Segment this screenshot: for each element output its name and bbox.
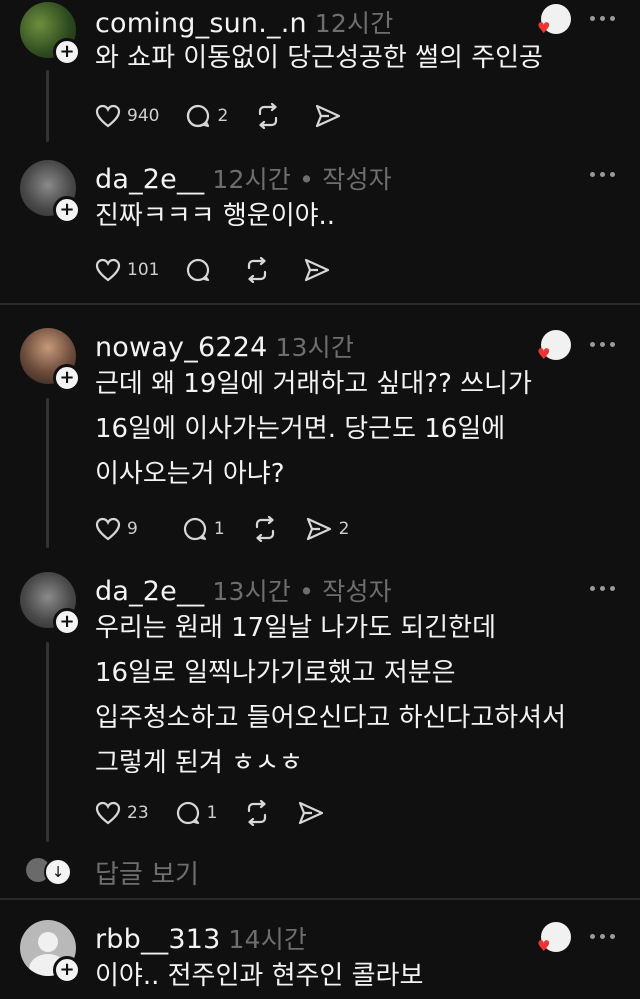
share-button[interactable] <box>297 800 325 826</box>
comment-count: 1 <box>206 803 218 823</box>
comment-icon <box>176 801 199 825</box>
post-time: 13시간 • 작성자 <box>212 577 392 606</box>
more-options-icon[interactable] <box>590 342 616 350</box>
like-button[interactable]: 23 <box>95 801 149 825</box>
share-button[interactable]: 2 <box>305 516 350 542</box>
like-count: 940 <box>127 106 160 126</box>
post-3: + noway_6224 13시간 ♥ 근데 왜 19일에 거래하고 싶대?? 쓰… <box>0 306 640 556</box>
comment-button[interactable]: 1 <box>182 516 225 542</box>
send-icon <box>306 517 331 541</box>
like-count: 9 <box>127 519 138 539</box>
post-text: 근데 왜 19일에 거래하고 싶대?? 쓰니가 16일에 이사가는거면. 당근도… <box>95 369 532 489</box>
repost-button[interactable] <box>243 257 277 283</box>
username[interactable]: coming_sun._.n 12시간 <box>95 4 393 40</box>
post-actions: 940 2 <box>95 101 368 131</box>
more-options-icon[interactable] <box>590 16 616 24</box>
comment-icon <box>187 104 210 128</box>
repost-icon <box>248 257 267 283</box>
post-1: + coming_sun._.n 12시간 ♥ 와 쇼파 이동없이 당근성공한 썰… <box>0 0 640 150</box>
thread-line <box>46 642 49 842</box>
post-2: + da_2e__ 12시간 • 작성자 진짜ㅋㅋㅋ 행운이야.. 101 <box>0 150 640 302</box>
follow-plus-icon[interactable]: + <box>53 608 81 636</box>
thread-line <box>46 70 49 142</box>
post-actions: 101 <box>95 255 357 285</box>
comment-icon <box>187 258 210 282</box>
reply-arrow-icon: ↓ <box>44 858 72 886</box>
post-time: 14시간 <box>228 925 308 954</box>
heart-icon: ♥ <box>537 19 551 37</box>
post-actions: 9 1 2 <box>95 514 375 544</box>
heart-icon: ♥ <box>537 937 551 955</box>
repost-button[interactable] <box>251 516 279 542</box>
repost-button[interactable] <box>243 800 271 826</box>
send-icon <box>305 258 330 282</box>
comment-icon <box>183 517 206 541</box>
heart-outline-icon <box>95 801 121 825</box>
send-icon <box>299 801 324 825</box>
follow-plus-icon[interactable]: + <box>53 38 81 66</box>
profile-sticker-icon[interactable]: ♥ <box>537 330 571 362</box>
share-button[interactable] <box>303 257 331 283</box>
post-text: 이야.. 전주인과 현주인 콜라보 <box>95 961 424 991</box>
like-count: 23 <box>127 803 149 823</box>
heart-outline-icon <box>95 258 121 282</box>
like-button[interactable]: 101 <box>95 258 159 282</box>
comment-button[interactable]: 1 <box>175 800 218 826</box>
follow-plus-icon[interactable]: + <box>53 364 81 392</box>
view-replies-link[interactable]: 답글 보기 <box>95 854 199 891</box>
post-actions: 23 1 <box>95 798 351 828</box>
post-5: + rbb__313 14시간 ♥ 이야.. 전주인과 현주인 콜라보 <box>0 900 640 999</box>
comment-count: 1 <box>213 519 225 539</box>
comment-button[interactable] <box>185 257 217 283</box>
post-time: 13시간 <box>275 333 355 362</box>
post-text: 진짜ㅋㅋㅋ 행운이야.. <box>95 201 336 231</box>
follow-plus-icon[interactable]: + <box>53 956 81 984</box>
profile-sticker-icon[interactable]: ♥ <box>537 922 571 954</box>
divider <box>0 303 640 305</box>
share-button[interactable] <box>314 103 342 129</box>
more-options-icon[interactable] <box>590 586 616 594</box>
heart-icon: ♥ <box>537 345 551 363</box>
repost-button[interactable] <box>254 103 288 129</box>
comment-count: 2 <box>217 106 229 126</box>
default-avatar-icon <box>38 932 58 952</box>
username[interactable]: da_2e__ 12시간 • 작성자 <box>95 160 392 196</box>
send-icon <box>316 104 341 128</box>
more-options-icon[interactable] <box>590 172 616 180</box>
heart-outline-icon <box>95 104 121 128</box>
username[interactable]: rbb__313 14시간 <box>95 920 307 956</box>
view-replies-row[interactable]: ↓ 답글 보기 <box>0 848 640 894</box>
thread-line <box>46 398 49 548</box>
more-options-icon[interactable] <box>590 934 616 942</box>
comment-button[interactable]: 2 <box>185 103 228 129</box>
like-button[interactable]: 940 <box>95 104 159 128</box>
post-time: 12시간 <box>314 9 394 38</box>
profile-sticker-icon[interactable]: ♥ <box>537 4 571 36</box>
like-button[interactable]: 9 <box>95 517 138 541</box>
username[interactable]: da_2e__ 13시간 • 작성자 <box>95 572 392 608</box>
repost-icon <box>259 103 278 129</box>
share-count: 2 <box>338 519 350 539</box>
post-time: 12시간 • 작성자 <box>212 165 392 194</box>
username[interactable]: noway_6224 13시간 <box>95 328 354 364</box>
follow-plus-icon[interactable]: + <box>53 196 81 224</box>
heart-outline-icon <box>95 517 121 541</box>
post-text: 와 쇼파 이동없이 당근성공한 썰의 주인공 <box>95 43 543 73</box>
repost-icon <box>255 516 274 542</box>
post-4: + da_2e__ 13시간 • 작성자 우리는 원래 17일날 나가도 되긴한데… <box>0 556 640 846</box>
repost-icon <box>248 800 267 826</box>
post-text: 우리는 원래 17일날 나가도 되긴한데 16일로 일찍나가기로했고 저분은 입… <box>95 613 567 778</box>
like-count: 101 <box>127 260 160 280</box>
